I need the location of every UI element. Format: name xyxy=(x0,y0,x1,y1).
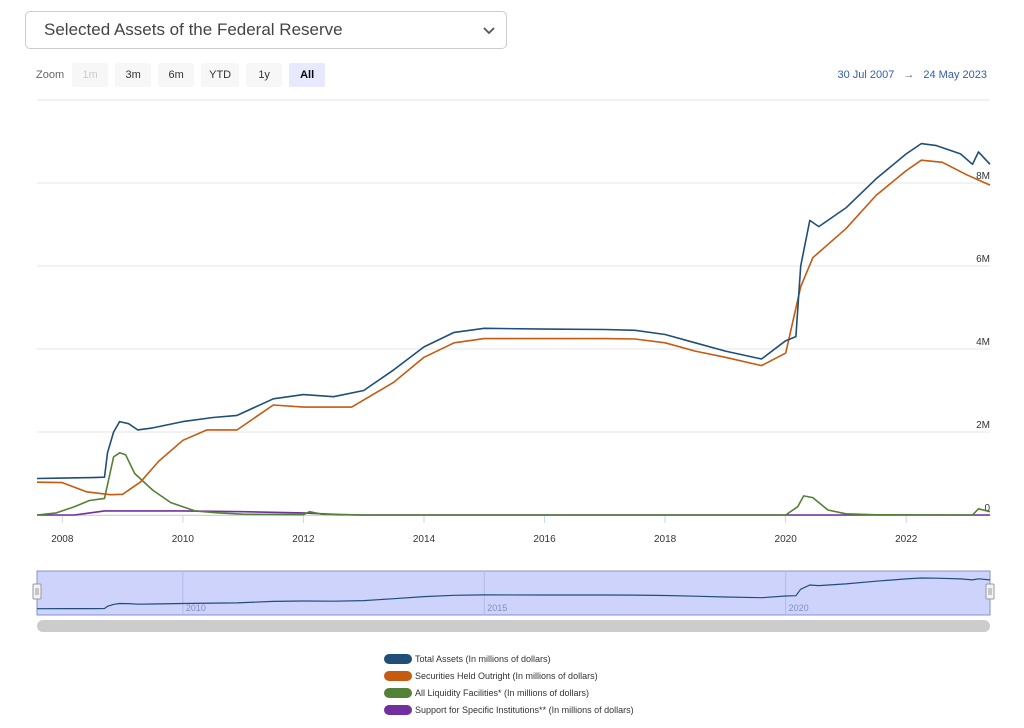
series-line-securities xyxy=(36,159,991,496)
navigator-tick-label: 2020 xyxy=(789,603,809,613)
x-tick-label: 2012 xyxy=(292,534,315,545)
y-tick-label: 6M xyxy=(976,254,990,265)
legend-item-liquidity[interactable]: All Liquidity Facilities* (In millions o… xyxy=(384,684,634,701)
legend-label-liquidity: All Liquidity Facilities* (In millions o… xyxy=(415,687,590,698)
x-tick-label: 2014 xyxy=(413,534,436,545)
legend-swatch-liquidity xyxy=(384,687,412,698)
legend-swatch-total xyxy=(384,653,412,664)
navigator-selection[interactable] xyxy=(36,570,991,616)
legend-label-support: Support for Specific Institutions** (In … xyxy=(415,704,634,715)
x-tick-label: 2016 xyxy=(533,534,556,545)
legend-swatch-support xyxy=(384,704,412,715)
legend-item-total-assets[interactable]: Total Assets (In millions of dollars) xyxy=(384,650,634,667)
x-tick-label: 2020 xyxy=(775,534,798,545)
navigator-handle-left[interactable] xyxy=(32,583,42,600)
legend-label-total: Total Assets (In millions of dollars) xyxy=(415,653,551,664)
navigator-scrollbar[interactable] xyxy=(37,620,990,632)
legend-item-support[interactable]: Support for Specific Institutions** (In … xyxy=(384,701,634,718)
legend-item-securities[interactable]: Securities Held Outright (In millions of… xyxy=(384,667,634,684)
chart-canvas: 02M4M6M8M2008 2010 2012 2014 2016 2018 2020 202… xyxy=(32,99,995,632)
navigator-handle-right[interactable] xyxy=(985,583,995,600)
x-tick-label: 2010 xyxy=(172,534,195,545)
x-tick-label: 2018 xyxy=(654,534,677,545)
legend-label-securities: Securities Held Outright (In millions of… xyxy=(415,670,598,681)
series-line-liquidity xyxy=(36,452,991,516)
series-line-total xyxy=(36,142,991,480)
chart-legend: Total Assets (In millions of dollars) Se… xyxy=(384,650,634,718)
x-tick-label: 2022 xyxy=(895,534,918,545)
y-tick-label: 2M xyxy=(976,420,990,431)
navigator-tick-label: 2010 xyxy=(186,603,206,613)
x-tick-label: 2008 xyxy=(51,534,74,545)
legend-swatch-securities xyxy=(384,670,412,681)
navigator-tick-label: 2015 xyxy=(487,603,507,613)
y-tick-label: 4M xyxy=(976,337,990,348)
